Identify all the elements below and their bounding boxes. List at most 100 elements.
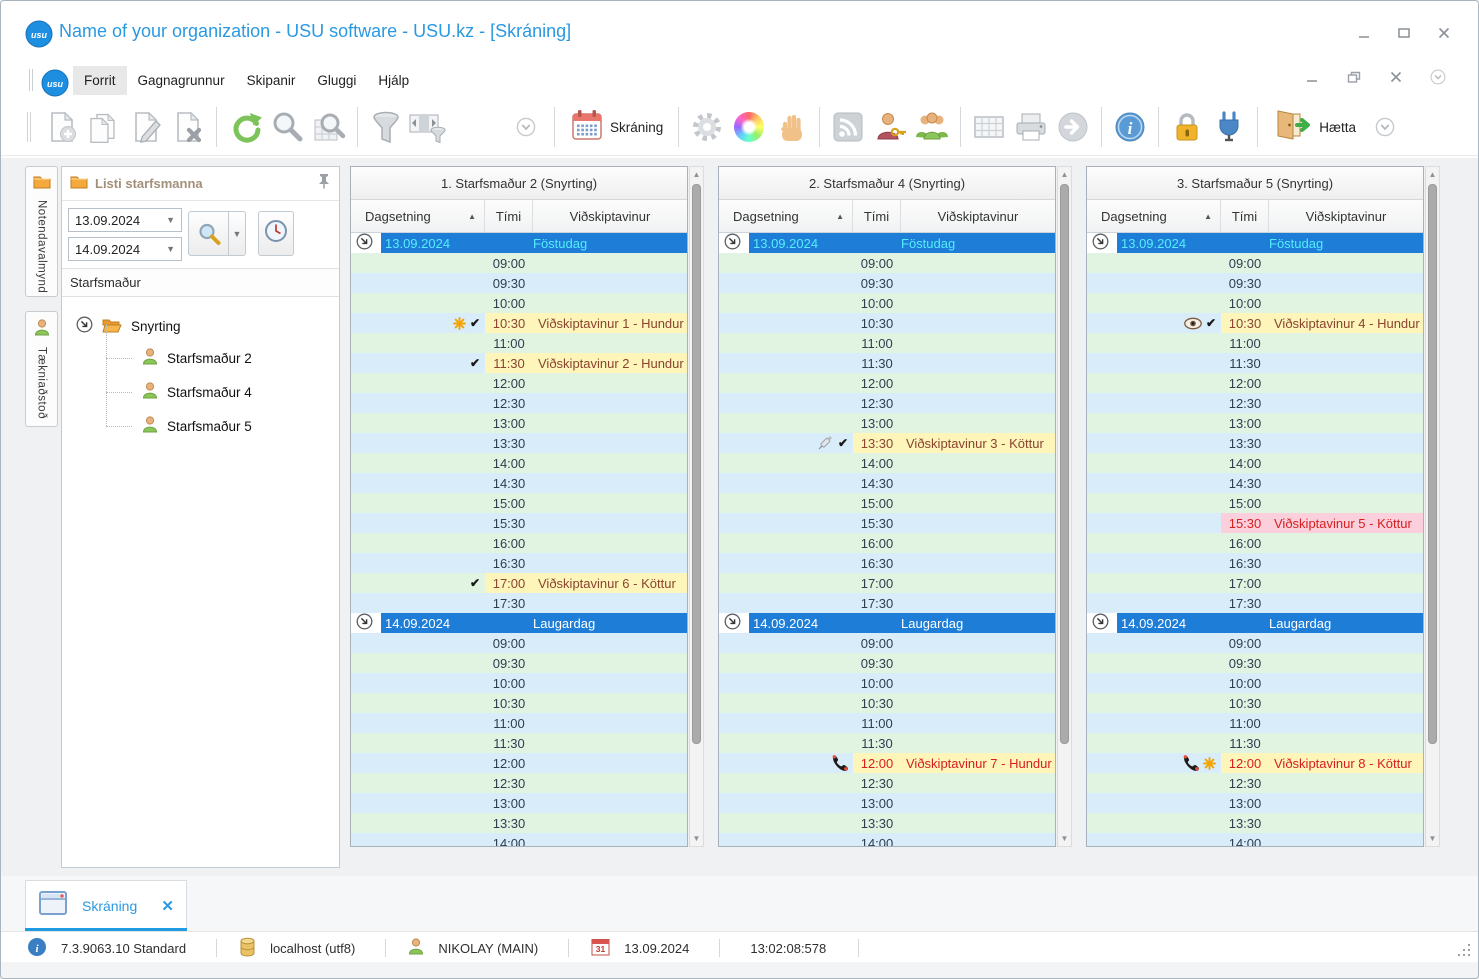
search-grid-button[interactable] [308,105,350,149]
mdi-close-button[interactable] [1388,69,1404,85]
timeslot-row[interactable]: 14:00 [351,453,687,473]
timeslot-row[interactable]: 16:00 [1087,533,1423,553]
timeslot-row[interactable]: 11:00 [719,333,1055,353]
tree-item-employee[interactable]: Starfsmaður 5 [76,392,339,443]
timeslot-row[interactable]: 17:30 [351,593,687,613]
info-button[interactable]: i [1109,105,1151,149]
timeslot-row[interactable]: 12:30 [719,393,1055,413]
date-to-field[interactable]: 14.09.2024 ▼ [68,237,182,261]
plug-button[interactable] [1208,105,1250,149]
timeslot-row[interactable]: 16:00 [351,533,687,553]
timeslot-row[interactable]: 14:00 [719,833,1055,846]
sidebar-search-button[interactable]: ▼ [188,211,246,256]
rss-feed-button[interactable] [827,105,869,149]
timeslot-row[interactable]: 12:30 [1087,773,1423,793]
color-settings-button[interactable] [728,105,770,149]
timeslot-row[interactable]: 12:00 [351,373,687,393]
timeslot-row[interactable]: 09:00 [719,253,1055,273]
menu-gagnagrunnur[interactable]: Gagnagrunnur [127,66,236,95]
timeslot-row[interactable]: 13:00 [1087,793,1423,813]
date-group-row[interactable]: 13.09.2024 Föstudag [1087,233,1423,253]
collapse-group-icon[interactable] [724,613,741,633]
new-document-button[interactable] [41,105,83,149]
timeslot-row[interactable]: 11:00 [351,713,687,733]
table-button[interactable] [968,105,1010,149]
appointment-row[interactable]: 12:00 Viðskiptavinur 7 - Hundur [719,753,1055,773]
timeslot-row[interactable]: 09:30 [719,273,1055,293]
collapse-icon[interactable] [76,316,93,336]
date-group-row[interactable]: 14.09.2024 Laugardag [1087,613,1423,633]
timeslot-row[interactable]: 11:00 [351,333,687,353]
timeslot-row[interactable]: 10:30 [351,693,687,713]
sidebar-clock-button[interactable] [258,211,294,256]
maximize-button[interactable] [1396,25,1412,41]
filter-columns-button[interactable] [407,105,449,149]
date-group-row[interactable]: 14.09.2024 Laugardag [351,613,687,633]
collapse-group-icon[interactable] [1092,613,1109,633]
appointment-row[interactable]: ✔ 10:30 Viðskiptavinur 1 - Hundur [351,313,687,333]
timeslot-row[interactable]: 09:00 [1087,253,1423,273]
timeslot-row[interactable]: 12:00 [719,373,1055,393]
minimize-button[interactable] [1356,25,1372,41]
users-group-button[interactable] [911,105,953,149]
tab-skraning[interactable]: Skráning ✕ [25,880,187,931]
tree-item-employee[interactable]: Starfsmaður 2 [76,324,339,375]
menu-chevron-icon[interactable] [1430,69,1446,85]
delete-document-button[interactable] [167,105,209,149]
timeslot-row[interactable]: 16:00 [719,533,1055,553]
filter-button[interactable] [365,105,407,149]
menu-gluggi[interactable]: Gluggi [306,66,367,95]
timeslot-row[interactable]: 12:30 [1087,393,1423,413]
appointment-row[interactable]: 12:00 Viðskiptavinur 8 - Köttur [1087,753,1423,773]
scroll-thumb[interactable] [1060,184,1069,744]
column-header-dagsetning[interactable]: Dagsetning ▲ [1087,200,1221,232]
timeslot-row[interactable]: 12:30 [719,773,1055,793]
toolbar-right-chevron-icon[interactable] [1364,105,1406,149]
timeslot-row[interactable]: 09:30 [351,273,687,293]
timeslot-row[interactable]: 15:30 [719,513,1055,533]
timeslot-row[interactable]: 16:30 [1087,553,1423,573]
tree-item-employee[interactable]: Starfsmaður 4 [76,358,339,409]
tree-group-snyrting[interactable]: Snyrting [76,311,339,341]
timeslot-row[interactable]: 10:00 [719,673,1055,693]
timeslot-row[interactable]: 10:00 [351,293,687,313]
panel-scrollbar[interactable]: ▲ ▼ [1057,166,1072,847]
date-group-row[interactable]: 14.09.2024 Laugardag [719,613,1055,633]
print-button[interactable] [1010,105,1052,149]
column-header-dagsetning[interactable]: Dagsetning ▲ [719,200,853,232]
timeslot-row[interactable]: 15:00 [719,493,1055,513]
menu-drag-handle[interactable] [29,69,33,91]
timeslot-row[interactable]: 10:30 [719,693,1055,713]
timeslot-row[interactable]: 09:30 [1087,653,1423,673]
toolbar-chevron-icon[interactable] [505,105,547,149]
timeslot-row[interactable]: 13:00 [351,793,687,813]
timeslot-row[interactable]: 14:00 [1087,453,1423,473]
timeslot-row[interactable]: 11:00 [1087,713,1423,733]
timeslot-row[interactable]: 10:00 [1087,673,1423,693]
column-header-timi[interactable]: Tími [1221,200,1269,232]
timeslot-row[interactable]: 14:00 [719,453,1055,473]
timeslot-row[interactable]: 15:00 [351,493,687,513]
timeslot-row[interactable]: 11:30 [719,733,1055,753]
timeslot-row[interactable]: 13:00 [719,413,1055,433]
toolbar-drag-handle[interactable] [27,112,31,142]
timeslot-row[interactable]: 14:30 [351,473,687,493]
timeslot-row[interactable]: 12:30 [351,773,687,793]
scroll-thumb[interactable] [1428,184,1437,744]
resize-grip[interactable] [1456,942,1470,956]
timeslot-row[interactable]: 11:30 [1087,353,1423,373]
skraning-button[interactable]: Skráning [562,105,671,149]
timeslot-row[interactable]: 13:30 [1087,813,1423,833]
timeslot-row[interactable]: 10:00 [351,673,687,693]
timeslot-row[interactable]: 13:30 [1087,433,1423,453]
timeslot-row[interactable]: 09:00 [351,253,687,273]
column-header-vidskiptavinur[interactable]: Viðskiptavinur [1269,200,1423,232]
copy-document-button[interactable] [83,105,125,149]
close-button[interactable] [1436,25,1452,41]
menu-hjalp[interactable]: Hjálp [367,66,420,95]
scroll-up-icon[interactable]: ▲ [1058,167,1071,182]
timeslot-row[interactable]: 13:00 [1087,413,1423,433]
panel-scrollbar[interactable]: ▲ ▼ [689,166,704,847]
scroll-thumb[interactable] [692,184,701,744]
collapse-group-icon[interactable] [1092,233,1109,253]
